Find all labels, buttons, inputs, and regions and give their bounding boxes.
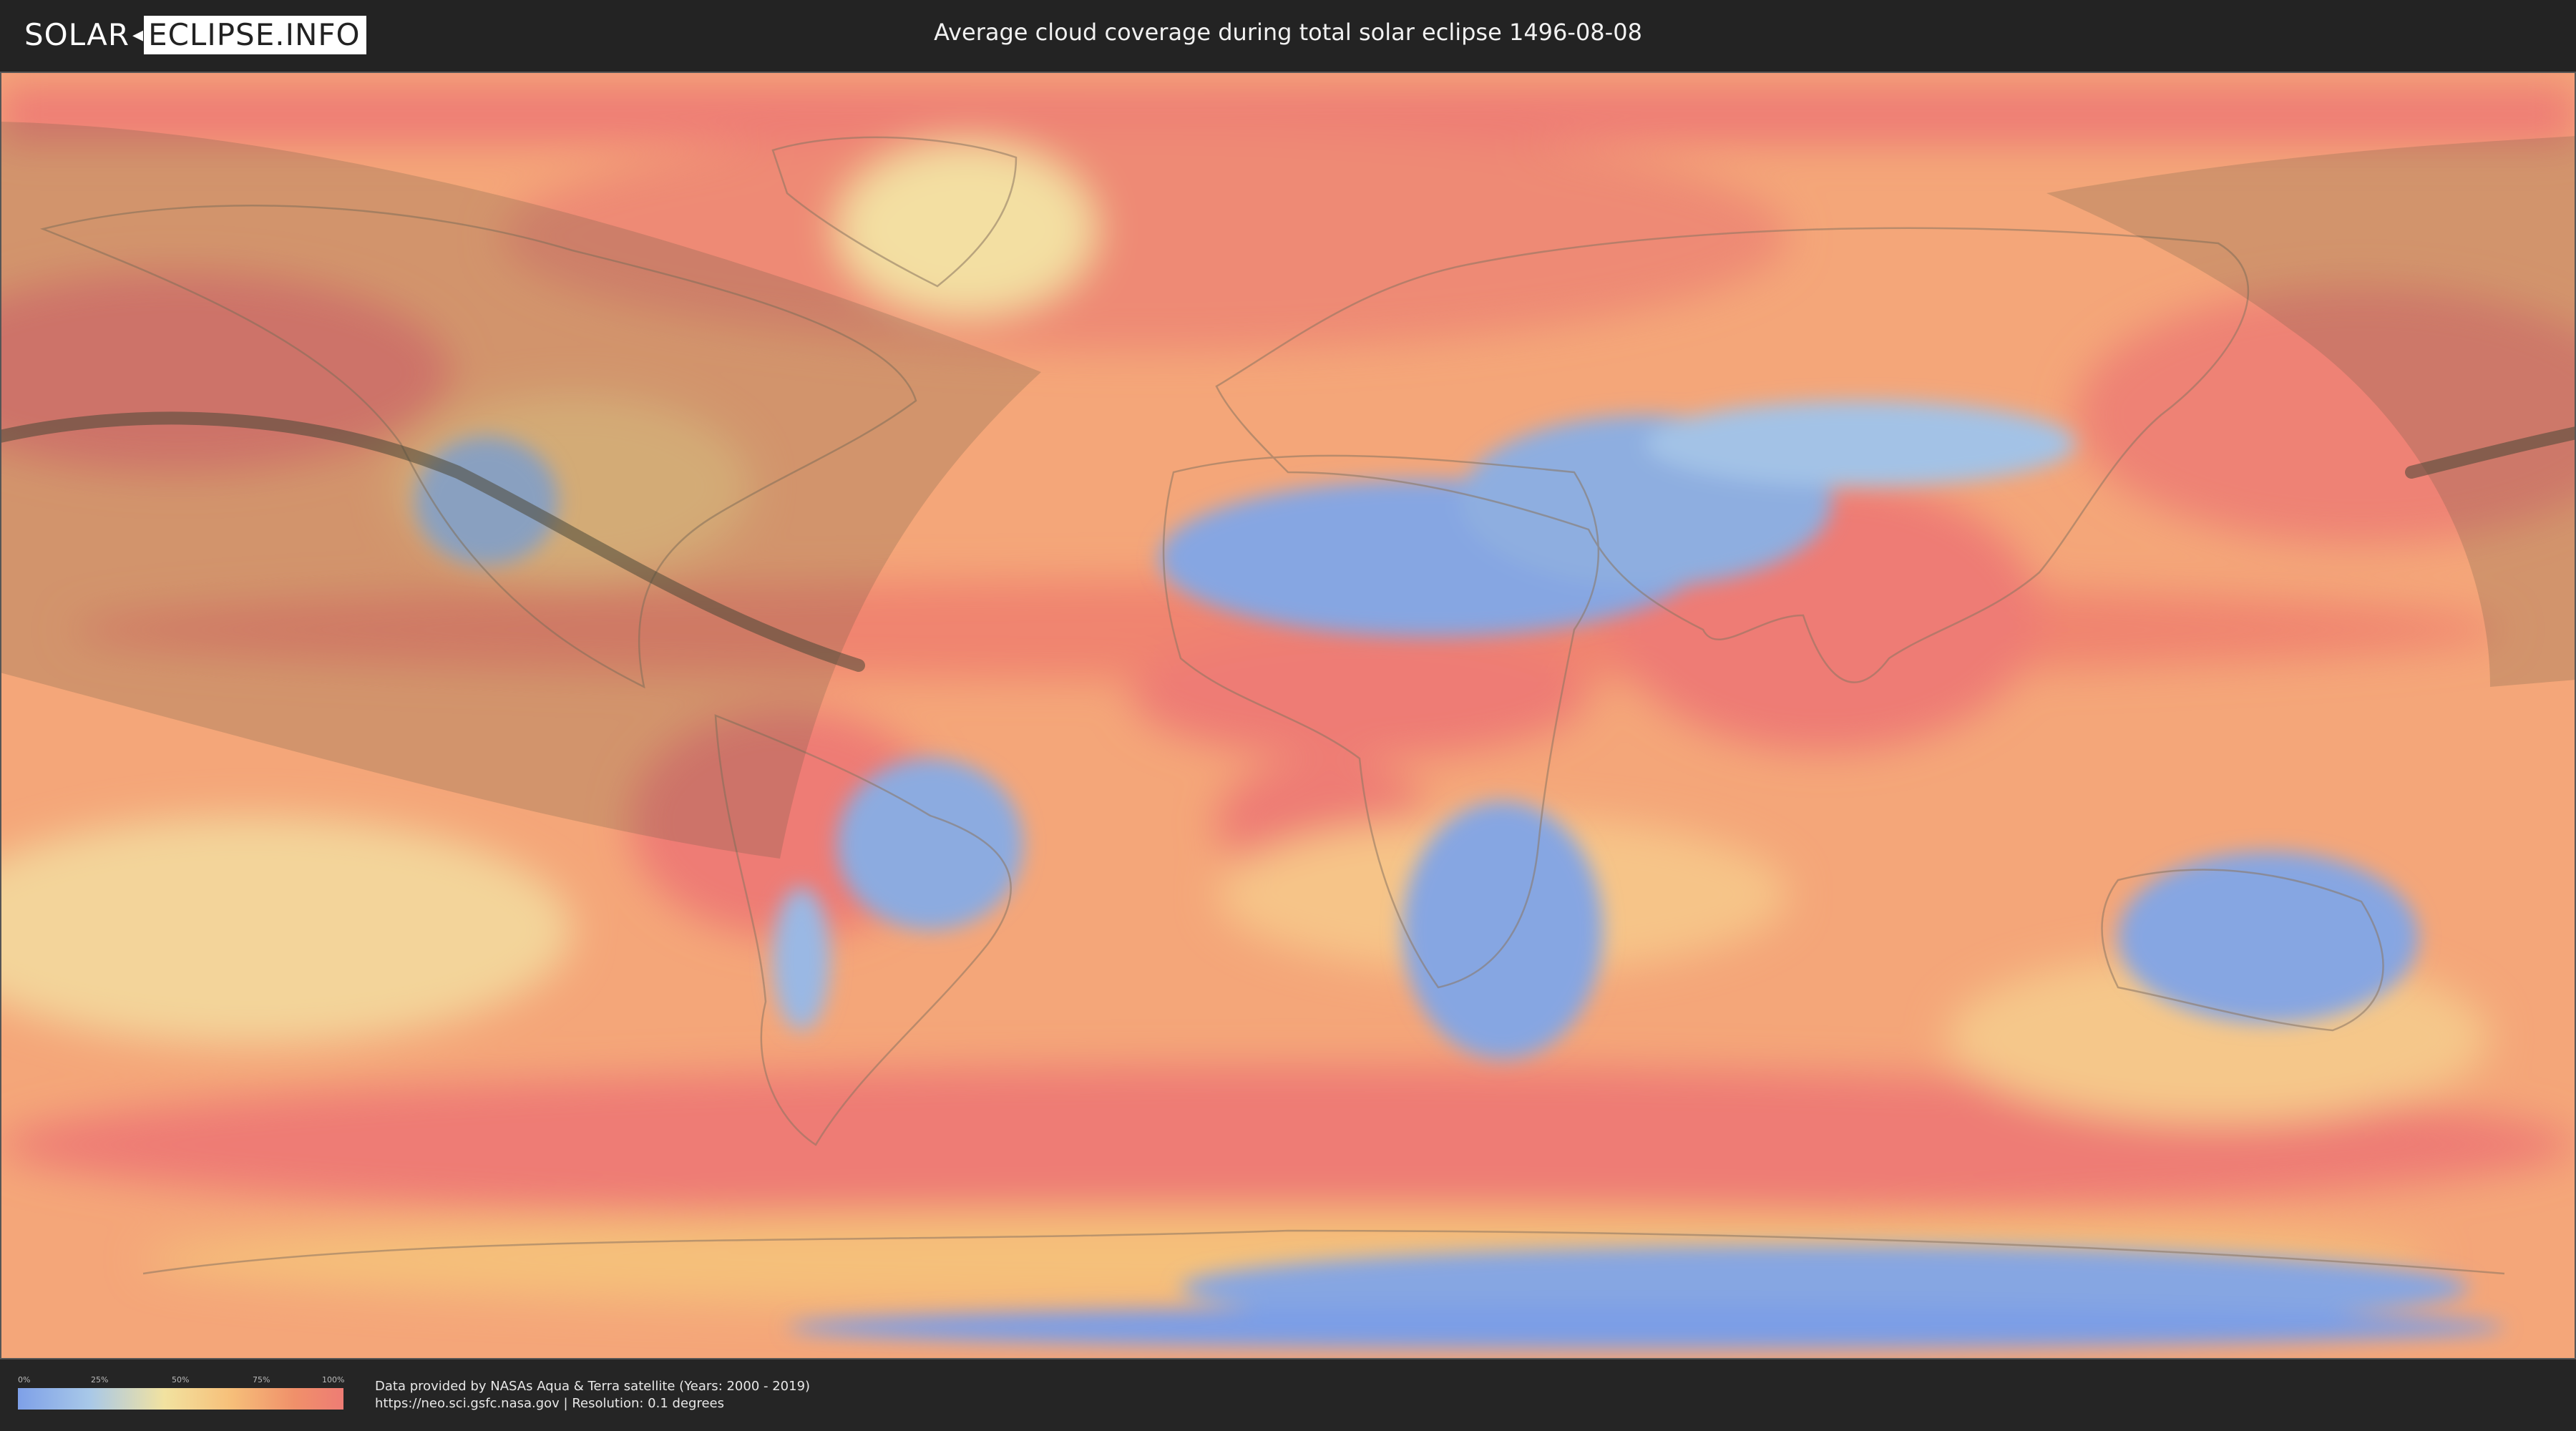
page-title: Average cloud coverage during total sola… [934, 19, 1642, 46]
legend-tick-25: 25% [91, 1375, 109, 1384]
legend-tick-0: 0% [18, 1375, 31, 1384]
legend-tick-75: 75% [253, 1375, 270, 1384]
cloud-coverage-map[interactable] [0, 72, 2576, 1359]
legend-tick-50: 50% [172, 1375, 190, 1384]
world-map [0, 72, 2576, 1359]
credit-source: Data provided by NASAs Aqua & Terra sate… [375, 1379, 811, 1394]
header-bar: SOLAR ◂ ECLIPSE.INFO Average cloud cover… [0, 0, 2576, 72]
footer-bar: 0% 25% 50% 75% 100% Data provided by NAS… [0, 1359, 2576, 1431]
legend-ticks: 0% 25% 50% 75% 100% [18, 1375, 345, 1387]
cloud-coverage-legend: 0% 25% 50% 75% 100% [18, 1375, 345, 1410]
data-credit: Data provided by NASAs Aqua & Terra sate… [375, 1378, 810, 1412]
legend-color-bar [18, 1388, 343, 1410]
legend-tick-100: 100% [322, 1375, 345, 1384]
credit-url[interactable]: https://neo.sci.gsfc.nasa.gov | Resoluti… [375, 1395, 810, 1412]
